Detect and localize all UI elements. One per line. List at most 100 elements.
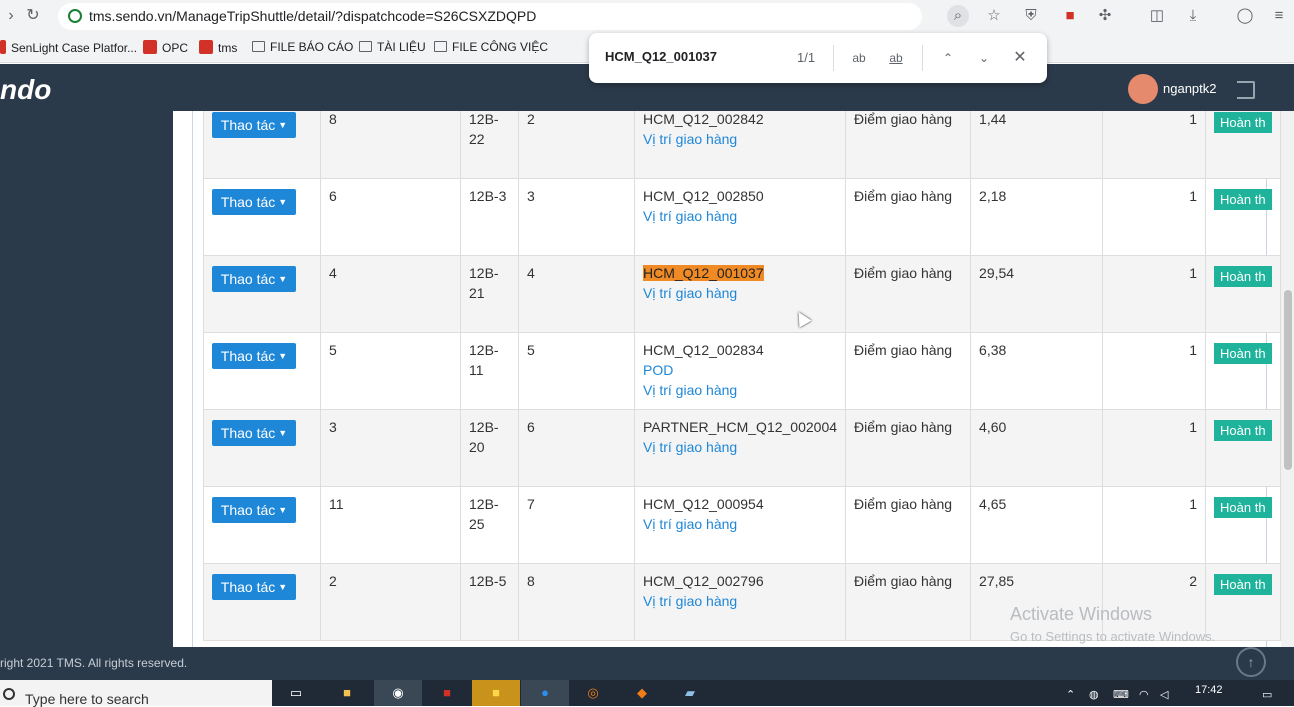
route-code-cell: 12B-21 xyxy=(460,255,519,333)
status-badge: Hoàn th xyxy=(1214,497,1272,518)
destination-link[interactable]: POD xyxy=(643,360,837,380)
destination-cell: HCM_Q12_002850 Vị trí giao hàng xyxy=(633,178,847,256)
point-type-cell: Điểm giao hàng xyxy=(845,178,972,256)
find-close-icon[interactable]: ✕ xyxy=(1009,47,1031,69)
chevron-down-icon: ▼ xyxy=(278,351,288,361)
status-badge: Hoàn th xyxy=(1214,420,1272,441)
wifi-icon[interactable]: ◠ xyxy=(1139,688,1149,701)
footer: right 2021 TMS. All rights reserved. ↑ xyxy=(0,647,1294,680)
find-previous-icon[interactable]: ⌃ xyxy=(937,47,959,69)
table-row: Thao tác ▼ 5 12B-11 5 HCM_Q12_002834 POD Vị trí… xyxy=(203,332,1281,410)
chevron-down-icon: ▼ xyxy=(278,197,288,207)
table-row: Thao tác ▼ 3 12B-20 6 PARTNER_HCM_Q12_002004 V… xyxy=(203,409,1281,487)
bookmark-star-icon[interactable]: ☆ xyxy=(983,5,1005,27)
app-pen-icon[interactable]: ▰ xyxy=(676,680,704,706)
bookmark-file-cong-viec[interactable]: FILE CÔNG VIỆC xyxy=(434,40,548,54)
bookmark-tai-lieu[interactable]: TÀI LIỆU xyxy=(359,40,426,54)
action-cell: Thao tác ▼ xyxy=(203,255,321,333)
action-button[interactable]: Thao tác ▼ xyxy=(212,497,296,523)
extension-app-icon[interactable]: ■ xyxy=(1059,5,1081,27)
destination-code: HCM_Q12_002834 xyxy=(643,342,764,358)
folder-icon xyxy=(359,41,372,52)
sequence-cell: 5 xyxy=(518,332,635,410)
app-ring-icon[interactable]: ◎ xyxy=(579,680,607,706)
route-code-cell: 12B-22 xyxy=(460,111,519,179)
action-label: Thao tác xyxy=(220,579,276,595)
app-bolt-icon[interactable]: ◆ xyxy=(628,680,656,706)
destination-link[interactable]: Vị trí giao hàng xyxy=(643,283,837,303)
taskbar-search[interactable]: Type here to search xyxy=(0,680,272,707)
username[interactable]: nganptk2 xyxy=(1163,81,1217,96)
split-view-icon[interactable]: ◫ xyxy=(1146,5,1168,27)
tray-chevron-icon[interactable]: ⌃ xyxy=(1066,688,1075,701)
whole-word-button[interactable]: ab xyxy=(885,47,907,69)
find-input[interactable]: HCM_Q12_001037 xyxy=(605,49,785,64)
forward-arrow-icon[interactable]: › xyxy=(0,5,22,27)
sticky-notes-icon[interactable]: ■ xyxy=(472,680,520,706)
activate-windows-subtitle: Go to Settings to activate Windows. xyxy=(1010,629,1216,644)
quantity-cell: 1 xyxy=(1102,255,1207,333)
input-method-icon[interactable]: ⌨ xyxy=(1113,688,1129,701)
url-field[interactable]: tms.sendo.vn/ManageTripShuttle/detail/?d… xyxy=(58,3,922,30)
zalo-icon[interactable]: ● xyxy=(521,680,569,706)
logout-icon[interactable] xyxy=(1237,81,1255,99)
taskbar-clock[interactable]: 17:42 xyxy=(1195,684,1223,696)
bookmark-tms[interactable]: tms xyxy=(199,40,237,55)
action-button[interactable]: Thao tác ▼ xyxy=(212,266,296,292)
destination-link[interactable]: Vị trí giao hàng xyxy=(643,206,837,226)
find-count: 1/1 xyxy=(797,50,816,65)
destination-code: PARTNER_HCM_Q12_002004 xyxy=(643,419,838,435)
action-button[interactable]: Thao tác ▼ xyxy=(212,574,296,600)
scroll-to-top-icon[interactable]: ↑ xyxy=(1236,647,1266,677)
weight-cell: 4,65 xyxy=(970,486,1104,564)
notification-icon[interactable]: ▭ xyxy=(1262,688,1272,701)
destination-cell: HCM_Q12_001037 Vị trí giao hàng xyxy=(633,255,847,333)
file-explorer-icon[interactable]: ■ xyxy=(333,680,361,706)
wps-icon[interactable]: ■ xyxy=(433,680,461,706)
destination-link[interactable]: Vị trí giao hàng xyxy=(643,514,837,534)
status-badge: Hoàn th xyxy=(1214,574,1272,595)
find-in-page-icon[interactable]: ⌕ xyxy=(947,5,969,27)
destination-link[interactable]: Vị trí giao hàng xyxy=(643,129,837,149)
logo[interactable]: ndo xyxy=(0,74,51,106)
bookmark-file-bao-cao[interactable]: FILE BÁO CÁO xyxy=(252,40,353,54)
find-next-icon[interactable]: ⌄ xyxy=(973,47,995,69)
reload-icon[interactable]: ↻ xyxy=(22,5,44,27)
profile-icon[interactable]: ◯ xyxy=(1234,5,1256,27)
weight-cell: 1,44 xyxy=(970,111,1104,179)
scrollbar-thumb[interactable] xyxy=(1284,290,1292,470)
network-icon[interactable]: ◍ xyxy=(1089,688,1099,701)
destination-link[interactable]: Vị trí giao hàng xyxy=(643,380,837,400)
route-code-cell: 12B-3 xyxy=(460,178,519,256)
extensions-puzzle-icon[interactable]: ✣ xyxy=(1094,5,1116,27)
destination-code: HCM_Q12_001037 xyxy=(643,265,764,281)
task-view-icon[interactable]: ▭ xyxy=(284,680,308,706)
action-button[interactable]: Thao tác ▼ xyxy=(212,112,296,138)
action-label: Thao tác xyxy=(220,271,276,287)
chrome-taskbar-icon[interactable]: ◉ xyxy=(374,680,422,706)
destination-link[interactable]: Vị trí giao hàng xyxy=(643,437,837,457)
shield-icon[interactable]: ⛨ xyxy=(1020,5,1042,27)
destination-link[interactable]: Vị trí giao hàng xyxy=(643,591,837,611)
action-button[interactable]: Thao tác ▼ xyxy=(212,420,296,446)
download-icon[interactable]: ⤓ xyxy=(1182,5,1204,27)
avatar[interactable] xyxy=(1128,74,1158,104)
weight-cell: 4,60 xyxy=(970,409,1104,487)
bookmark-opc[interactable]: OPC xyxy=(143,40,188,55)
action-button[interactable]: Thao tác ▼ xyxy=(212,189,296,215)
status-cell: Hoàn th xyxy=(1205,178,1281,256)
destination-code: HCM_Q12_002796 xyxy=(643,573,764,589)
bookmark-senlight[interactable]: SenLight Case Platfor... xyxy=(0,40,137,55)
find-bar: HCM_Q12_001037 1/1 ab ab ⌃ ⌄ ✕ xyxy=(589,33,1047,83)
status-badge: Hoàn th xyxy=(1214,112,1272,133)
taskbar-search-placeholder: Type here to search xyxy=(25,691,149,707)
menu-icon[interactable]: ≡ xyxy=(1268,5,1290,27)
chevron-down-icon: ▼ xyxy=(278,505,288,515)
sidebar xyxy=(0,111,173,647)
match-case-button[interactable]: ab xyxy=(848,47,870,69)
action-button[interactable]: Thao tác ▼ xyxy=(212,343,296,369)
quantity-cell: 1 xyxy=(1102,111,1207,179)
sequence-cell: 2 xyxy=(518,111,635,179)
secure-icon xyxy=(68,9,82,23)
volume-icon[interactable]: ◁ xyxy=(1160,688,1168,701)
